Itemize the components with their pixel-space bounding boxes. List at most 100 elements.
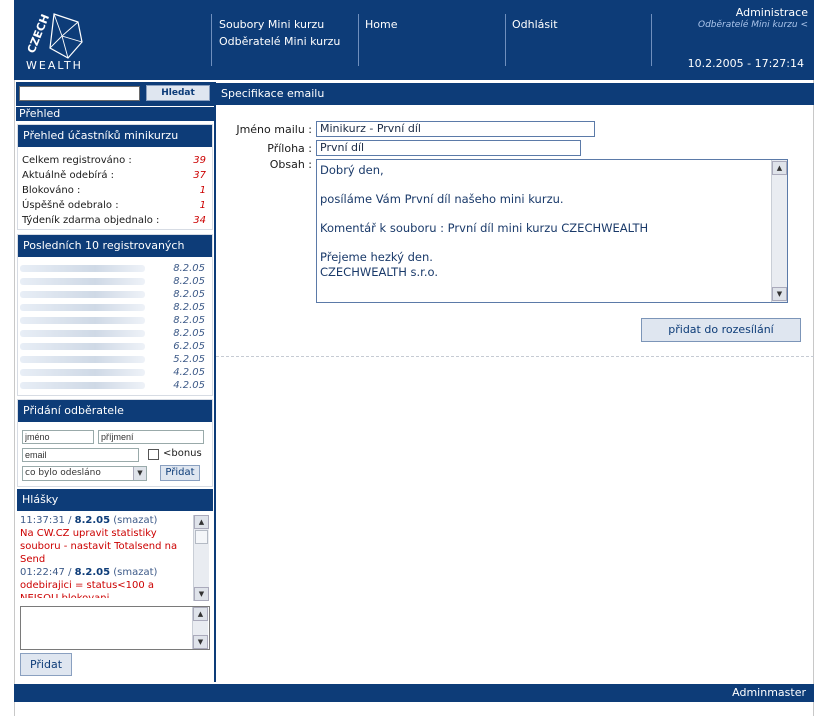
stat-value: 1 <box>199 185 206 196</box>
stat-label: Blokováno : <box>22 185 81 196</box>
redacted-name <box>20 265 145 272</box>
registration-row: 8.2.05 <box>18 288 212 301</box>
add-to-mailing-button[interactable]: přidat do rozesílání <box>641 318 801 342</box>
search-bar: Hledat <box>16 82 214 106</box>
nav-home-link[interactable]: Home <box>365 16 397 33</box>
logo-wealth-text: WEALTH <box>26 59 83 72</box>
message-date: 8.2.05 <box>74 567 111 578</box>
stat-row: Aktuálně odebírá : 37 <box>18 168 212 183</box>
message-item: 01:22:47 / 8.2.05 (smazat) odebirajici =… <box>20 566 193 598</box>
new-message-textarea[interactable]: ▲ ▼ <box>20 606 210 650</box>
stat-row: Celkem registrováno : 39 <box>18 153 212 168</box>
delete-message-link[interactable]: (smazat) <box>110 567 157 578</box>
nav-course-subscribers-link[interactable]: Odběratelé Mini kurzu <box>219 33 340 50</box>
messages-scrollbar[interactable]: ▲ ▼ <box>193 515 209 601</box>
messages-title: Hlášky <box>17 489 213 511</box>
content-line <box>320 207 767 222</box>
add-subscriber-panel: Přidání odběratele <bonus co bylo odeslá… <box>17 399 213 487</box>
header-divider <box>651 14 652 66</box>
current-datetime: 10.2.2005 - 17:27:14 <box>687 57 804 70</box>
recent-list: 8.2.05 8.2.05 8.2.05 8.2.05 8.2.05 8.2.05 6.2.… <box>18 257 212 392</box>
add-subscriber-button[interactable]: Přidat <box>160 465 200 481</box>
redacted-name <box>20 356 145 363</box>
search-button[interactable]: Hledat <box>146 85 210 101</box>
content-scrollbar[interactable]: ▲ ▼ <box>771 160 787 302</box>
admin-breadcrumb[interactable]: Odběratelé Mini kurzu < <box>698 20 808 30</box>
registration-date: 4.2.05 <box>173 367 205 378</box>
message-text: odebirajici = status<100 a NEJSOU blokov… <box>20 580 155 598</box>
stats-panel: Přehled účastníků minikurzu Celkem regis… <box>17 124 213 230</box>
content-label: Obsah : <box>269 158 312 171</box>
content-line <box>320 236 767 251</box>
registration-date: 8.2.05 <box>173 315 205 326</box>
registration-date: 8.2.05 <box>173 276 205 287</box>
scroll-down-icon[interactable]: ▼ <box>194 587 209 601</box>
stat-value: 37 <box>193 170 206 181</box>
message-date: 8.2.05 <box>74 515 111 526</box>
registration-row: 4.2.05 <box>18 379 212 392</box>
content-line: Přejeme hezký den. <box>320 250 433 264</box>
scroll-down-icon[interactable]: ▼ <box>772 287 787 301</box>
message-time: 01:22:47 / <box>20 567 75 578</box>
overview-label[interactable]: Přehled <box>16 107 214 121</box>
registration-date: 8.2.05 <box>173 302 205 313</box>
registration-date: 5.2.05 <box>173 354 205 365</box>
stat-row: Týdeník zdarma objednalo : 34 <box>18 213 212 228</box>
content-line: Dobrý den, <box>320 163 384 177</box>
attachment-field[interactable]: První díl <box>316 140 581 156</box>
message-item: 11:37:31 / 8.2.05 (smazat) Na CW.CZ upra… <box>20 514 193 566</box>
redacted-name <box>20 369 145 376</box>
delete-message-link[interactable]: (smazat) <box>110 515 157 526</box>
registration-row: 8.2.05 <box>18 262 212 275</box>
scroll-up-icon[interactable]: ▲ <box>772 161 787 175</box>
footer: Adminmaster <box>14 684 814 702</box>
textarea-scrollbar[interactable]: ▲ ▼ <box>192 607 208 649</box>
scroll-up-icon[interactable]: ▲ <box>193 607 208 621</box>
redacted-name <box>20 382 145 389</box>
content-line: Komentář k souboru : První díl mini kurz… <box>320 221 649 235</box>
logo-czech-text: CZECH <box>25 12 52 55</box>
column-divider <box>214 82 216 682</box>
subject-field[interactable]: Minikurz - První díl <box>316 121 595 137</box>
content-line: CZECHWEALTH s.r.o. <box>320 264 438 279</box>
redacted-name <box>20 330 145 337</box>
stat-label: Aktuálně odebírá : <box>22 170 114 181</box>
bonus-checkbox[interactable] <box>148 449 159 460</box>
bonus-label: <bonus <box>163 448 202 459</box>
message-time: 11:37:31 / <box>20 515 75 526</box>
messages-list: 11:37:31 / 8.2.05 (smazat) Na CW.CZ upra… <box>17 512 211 598</box>
redacted-name <box>20 304 145 311</box>
attachment-label: Příloha : <box>267 142 312 155</box>
scroll-up-icon[interactable]: ▲ <box>194 515 209 529</box>
last-name-input[interactable] <box>98 430 204 444</box>
email-input[interactable] <box>22 448 139 462</box>
scroll-down-icon[interactable]: ▼ <box>193 635 208 649</box>
redacted-name <box>20 291 145 298</box>
stat-value: 34 <box>193 215 206 226</box>
first-name-input[interactable] <box>22 430 94 444</box>
registration-row: 8.2.05 <box>18 275 212 288</box>
content-line: posíláme Vám První díl našeho mini kurzu… <box>320 192 564 206</box>
header-nav-courses: Soubory Mini kurzu Odběratelé Mini kurzu <box>219 16 340 50</box>
redacted-name <box>20 317 145 324</box>
add-subscriber-title: Přidání odběratele <box>18 400 212 422</box>
content-textarea[interactable]: Dobrý den, posíláme Vám První díl našeho … <box>316 159 788 303</box>
sent-select[interactable]: co bylo odesláno ▼ <box>22 466 147 481</box>
messages-panel: Hlášky 11:37:31 / 8.2.05 (smazat) Na CW.… <box>17 489 213 677</box>
registration-row: 8.2.05 <box>18 314 212 327</box>
nav-logout-link[interactable]: Odhlásit <box>512 16 558 33</box>
scroll-thumb[interactable] <box>195 530 208 544</box>
header-divider <box>211 14 212 66</box>
redacted-name <box>20 343 145 350</box>
registration-row: 5.2.05 <box>18 353 212 366</box>
header: CZECH WEALTH Soubory Mini kurzu Odběrate… <box>14 0 814 80</box>
stats-panel-title: Přehled účastníků minikurzu <box>18 125 212 147</box>
recent-registrations-panel: Posledních 10 registrovaných 8.2.05 8.2.0… <box>17 234 213 396</box>
sent-select-value: co bylo odesláno <box>25 468 101 478</box>
logo: CZECH WEALTH <box>24 8 94 72</box>
nav-course-files-link[interactable]: Soubory Mini kurzu <box>219 16 340 33</box>
add-message-button[interactable]: Přidat <box>20 653 72 676</box>
search-input[interactable] <box>19 86 140 101</box>
registration-row: 4.2.05 <box>18 366 212 379</box>
stat-label: Úspěšně odebralo : <box>22 200 119 211</box>
